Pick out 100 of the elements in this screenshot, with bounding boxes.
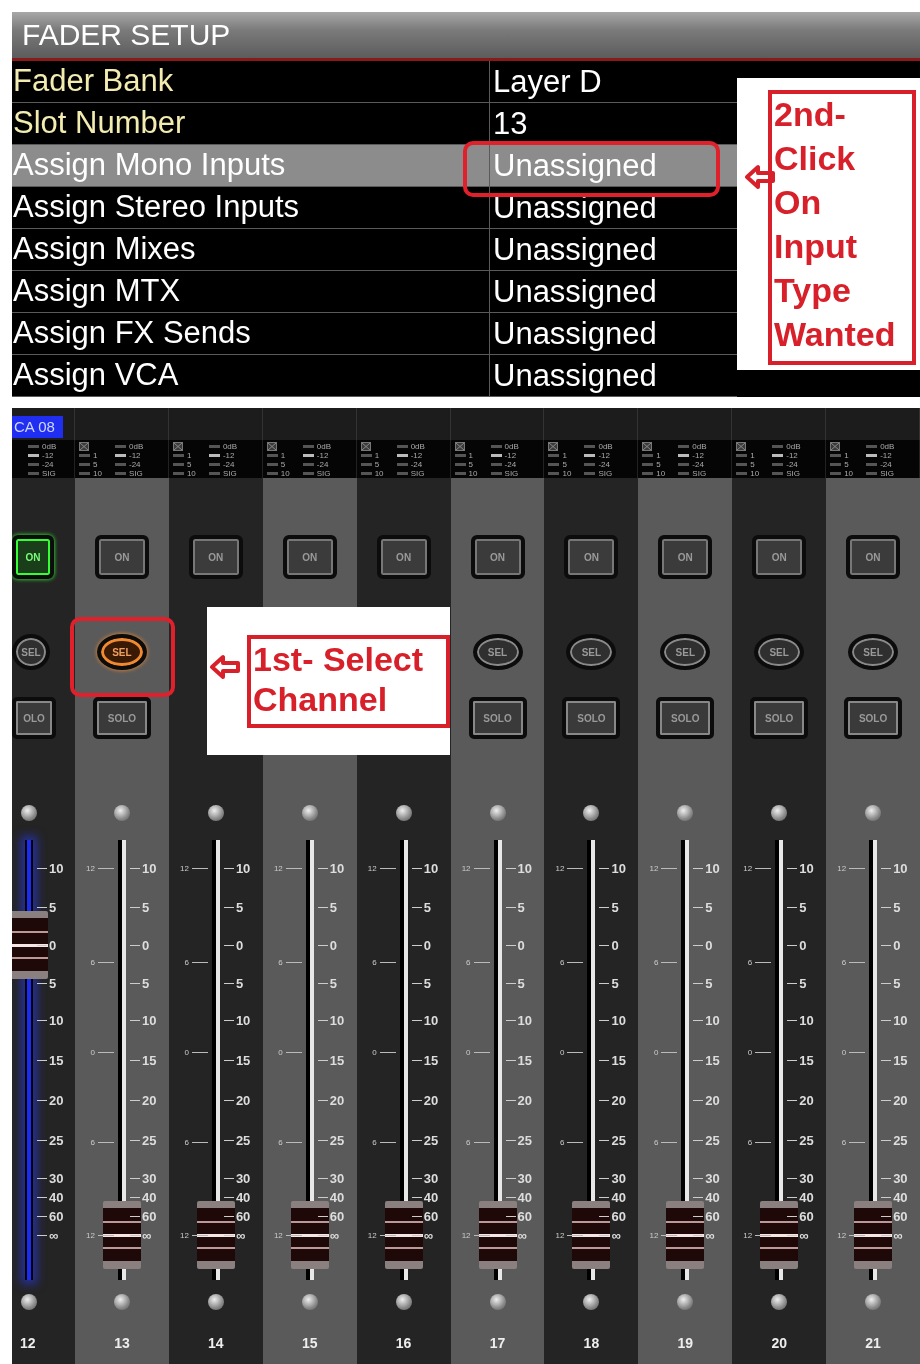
scale-label: 6 — [278, 957, 283, 967]
knob-icon[interactable] — [21, 805, 37, 821]
meter-label: 10 — [562, 469, 573, 478]
scale-label: 10 — [423, 1012, 439, 1028]
scale-label: 5 — [142, 975, 150, 991]
on-button[interactable]: ON — [282, 535, 337, 579]
x-box-icon — [79, 442, 89, 451]
scale-label: 5 — [517, 975, 525, 991]
knob-icon[interactable] — [583, 1294, 600, 1310]
knob-icon[interactable] — [207, 1294, 224, 1310]
meter-label: -12 — [129, 451, 142, 460]
settings-row[interactable]: Assign Mixes Unassigned — [12, 229, 737, 271]
scale-label: 0 — [560, 1047, 565, 1057]
solo-button[interactable]: OLO — [12, 697, 56, 739]
settings-row[interactable]: Assign FX Sends Unassigned — [12, 313, 737, 355]
meter-label: 1 — [186, 451, 193, 460]
scale-label: 60 — [799, 1208, 814, 1224]
meter-segment — [302, 472, 314, 475]
meter-label: 10 — [656, 469, 667, 478]
fader-knob[interactable] — [572, 1201, 611, 1269]
on-button[interactable]: ON — [376, 535, 431, 579]
solo-button[interactable]: SOLO — [656, 697, 715, 739]
knob-icon[interactable] — [865, 1294, 882, 1310]
on-button[interactable]: ON — [846, 535, 901, 579]
meter-segment — [208, 454, 220, 457]
fader-knob[interactable] — [290, 1201, 329, 1269]
knob-icon[interactable] — [865, 805, 882, 821]
on-button[interactable]: ON — [752, 535, 807, 579]
solo-button[interactable]: SOLO — [562, 697, 621, 739]
knob-icon[interactable] — [489, 805, 506, 821]
on-button[interactable]: ON — [470, 535, 525, 579]
solo-button[interactable]: SOLO — [750, 697, 809, 739]
select-button[interactable]: SEL — [12, 634, 50, 670]
meter-label: 5 — [374, 460, 381, 469]
select-button[interactable]: SEL — [754, 634, 805, 670]
select-button[interactable]: SEL — [472, 634, 523, 670]
solo-button[interactable]: SOLO — [92, 697, 151, 739]
scale-label: 10 — [49, 860, 64, 876]
fader-knob[interactable] — [196, 1201, 235, 1269]
knob-icon[interactable] — [21, 1294, 37, 1310]
on-button[interactable]: ON — [564, 535, 619, 579]
knob-icon[interactable] — [113, 805, 130, 821]
select-button[interactable]: SEL — [660, 634, 711, 670]
meter-segment — [454, 454, 466, 457]
fader-knob[interactable] — [854, 1201, 893, 1269]
settings-row[interactable]: Assign VCA Unassigned — [12, 355, 737, 397]
fader-knob[interactable] — [478, 1201, 517, 1269]
select-button[interactable]: SEL — [566, 634, 617, 670]
on-button[interactable]: ON — [188, 535, 243, 579]
on-button[interactable]: ON — [12, 535, 54, 579]
fader-knob[interactable] — [384, 1201, 423, 1269]
solo-button[interactable]: SOLO — [844, 697, 903, 739]
on-button[interactable]: ON — [94, 535, 149, 579]
meter-label: -24 — [692, 460, 705, 469]
arrow-icon — [210, 654, 240, 680]
meter-label: 0dB — [786, 442, 802, 451]
meter-label: 1 — [656, 451, 662, 460]
meter-label: 10 — [844, 469, 855, 478]
knob-icon[interactable] — [301, 805, 318, 821]
scale-label: 5 — [611, 899, 619, 915]
meter-label: 1 — [374, 451, 381, 460]
scale-label: 60 — [705, 1208, 720, 1224]
settings-row[interactable]: Assign Stereo Inputs Unassigned — [12, 187, 737, 229]
fader-knob[interactable] — [103, 1201, 141, 1269]
fader-knob[interactable] — [12, 911, 48, 980]
knob-icon[interactable] — [677, 805, 694, 821]
meter-label: 1 — [562, 451, 568, 460]
scale-label: 60 — [142, 1208, 157, 1224]
scale-label: ∞ — [611, 1227, 621, 1243]
knob-icon[interactable] — [113, 1294, 130, 1310]
scale-label: 30 — [517, 1170, 533, 1186]
meter-label: -24 — [316, 460, 330, 469]
on-button[interactable]: ON — [658, 535, 713, 579]
knob-icon[interactable] — [583, 805, 600, 821]
select-button[interactable]: SEL — [96, 634, 147, 670]
meter-segment — [490, 472, 502, 475]
knob-icon[interactable] — [207, 805, 224, 821]
scale-label: 12 — [649, 1230, 659, 1240]
knob-icon[interactable] — [489, 1294, 506, 1310]
knob-icon[interactable] — [771, 805, 788, 821]
scale-label: 20 — [517, 1092, 533, 1108]
scale-label: 5 — [517, 899, 525, 915]
solo-button[interactable]: SOLO — [468, 697, 527, 739]
knob-icon[interactable] — [301, 1294, 318, 1310]
select-button[interactable]: SEL — [848, 634, 899, 670]
scale-label: 5 — [799, 899, 807, 915]
knob-icon[interactable] — [677, 1294, 694, 1310]
fader-knob[interactable] — [760, 1201, 799, 1269]
knob-icon[interactable] — [395, 805, 412, 821]
scale-label: 60 — [611, 1208, 626, 1224]
meter-segment — [642, 472, 654, 475]
knob-icon[interactable] — [395, 1294, 412, 1310]
settings-row[interactable]: Assign Mono Inputs Unassigned — [12, 145, 737, 187]
scale-label: 0 — [747, 1047, 753, 1057]
settings-row[interactable]: Fader Bank Layer D — [12, 61, 737, 103]
callout-text: 2nd-Click On Input Type Wanted — [774, 94, 897, 355]
fader-knob[interactable] — [666, 1201, 705, 1269]
scale-label: 12 — [180, 863, 189, 873]
knob-icon[interactable] — [771, 1294, 788, 1310]
settings-row[interactable]: Assign MTX Unassigned — [12, 271, 737, 313]
